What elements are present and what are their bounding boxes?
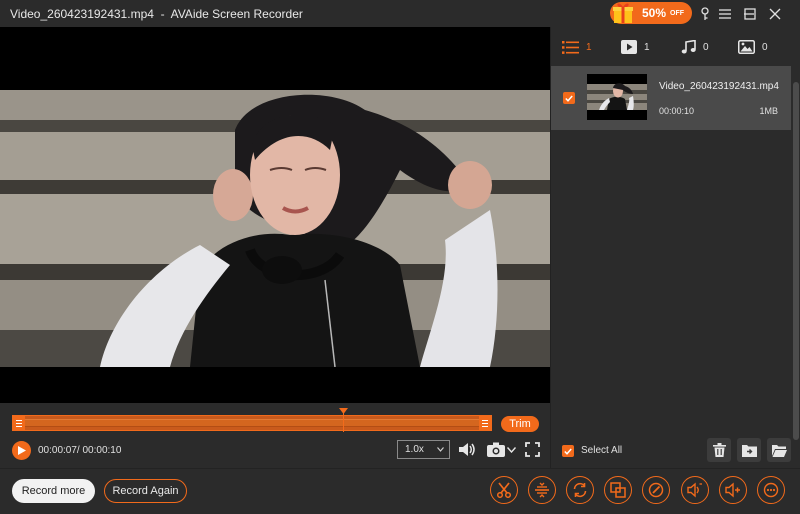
- promo-badge[interactable]: 50% OFF: [610, 2, 692, 24]
- folder-import-icon: [741, 444, 757, 457]
- tab-video[interactable]: 1: [621, 38, 650, 56]
- delete-button[interactable]: [707, 438, 731, 462]
- player-controls: Trim 00:00:07/ 00:00:10: [0, 403, 550, 468]
- volume-button[interactable]: [458, 441, 478, 458]
- file-checkbox[interactable]: [563, 92, 575, 104]
- file-duration: 00:00:10: [659, 106, 695, 116]
- check-icon: [565, 95, 573, 102]
- record-again-button[interactable]: Record Again: [104, 479, 187, 503]
- trim-track[interactable]: [12, 415, 492, 431]
- convert-tool-button[interactable]: [566, 476, 594, 504]
- key-icon: [701, 7, 709, 20]
- camera-icon: [487, 442, 505, 457]
- file-size: 1MB: [759, 106, 778, 116]
- video-preview[interactable]: [0, 27, 550, 403]
- maximize-final[interactable]: [740, 4, 760, 24]
- scrollbar[interactable]: [792, 66, 800, 440]
- promo-text: 50%: [642, 6, 667, 20]
- volume-up-icon: [687, 482, 702, 498]
- trim-button[interactable]: Trim: [501, 416, 539, 432]
- cut-tool-button[interactable]: [490, 476, 518, 504]
- menu-button[interactable]: [715, 4, 735, 24]
- hamburger-icon: [719, 9, 731, 19]
- more-tools-button[interactable]: [757, 476, 785, 504]
- play-icon: [17, 446, 26, 455]
- tab-count: 1: [586, 41, 592, 53]
- trim-end-handle[interactable]: [479, 416, 491, 430]
- volume-boost-tool-button[interactable]: [719, 476, 747, 504]
- close-icon: [769, 8, 781, 20]
- split-tool-button[interactable]: [528, 476, 556, 504]
- window-title: Video_260423192431.mp4 - AVAide Screen R…: [10, 7, 303, 21]
- record-more-button[interactable]: Record more: [12, 479, 95, 503]
- snapshot-button[interactable]: [486, 441, 506, 458]
- edit-tool-button[interactable]: [642, 476, 670, 504]
- folder-icon: [771, 444, 787, 457]
- video-icon: [621, 40, 637, 54]
- check-icon: [564, 448, 572, 455]
- key-button[interactable]: [695, 4, 715, 24]
- audio-icon: [681, 39, 696, 53]
- import-folder-button[interactable]: [737, 438, 761, 462]
- maximize-icon: [744, 8, 756, 20]
- split-icon: [535, 482, 549, 498]
- volume-icon: [459, 443, 475, 456]
- select-all-checkbox[interactable]: [562, 445, 574, 457]
- gift-icon: [613, 3, 633, 23]
- volume-boost-icon: [725, 482, 740, 498]
- select-all-label: Select All: [581, 445, 623, 456]
- more-icon: [763, 482, 779, 498]
- file-item[interactable]: Video_260423192431.mp4 00:00:10 1MB: [551, 66, 791, 130]
- play-button[interactable]: [12, 441, 31, 460]
- scrollbar-thumb[interactable]: [793, 82, 799, 440]
- edit-icon: [648, 482, 664, 498]
- trash-icon: [712, 443, 726, 457]
- title-bar: Video_260423192431.mp4 - AVAide Screen R…: [0, 0, 800, 27]
- merge-tool-button[interactable]: [604, 476, 632, 504]
- open-folder-button[interactable]: [767, 438, 791, 462]
- media-library-panel: 1 1 0 0 Video_260423192431.mp4 00:00:10 …: [550, 27, 800, 468]
- scissors-icon: [496, 482, 512, 498]
- image-icon: [738, 40, 755, 54]
- tab-all[interactable]: 1: [562, 38, 592, 56]
- speed-select[interactable]: 1.0x: [397, 440, 450, 459]
- trim-selection: [25, 419, 481, 427]
- fullscreen-icon: [525, 442, 540, 457]
- tab-image[interactable]: 0: [738, 38, 768, 56]
- volume-tool-button[interactable]: [681, 476, 709, 504]
- chevron-down-icon: [507, 446, 516, 453]
- tab-audio[interactable]: 0: [681, 38, 709, 56]
- time-display: 00:00:07/ 00:00:10: [38, 445, 122, 456]
- video-frame: [0, 90, 550, 367]
- tab-count: 1: [644, 41, 650, 53]
- video-image: [0, 90, 550, 367]
- speed-value: 1.0x: [405, 444, 424, 455]
- media-tabs: 1 1 0 0: [551, 27, 800, 66]
- playhead[interactable]: [339, 408, 348, 432]
- fullscreen-button[interactable]: [524, 441, 541, 458]
- file-name: Video_260423192431.mp4: [659, 81, 779, 92]
- bottom-toolbar: Record more Record Again: [0, 468, 800, 514]
- tab-count: 0: [703, 41, 709, 53]
- chevron-down-icon: [437, 447, 444, 452]
- list-icon: [562, 40, 579, 54]
- trim-start-handle[interactable]: [13, 416, 25, 430]
- snapshot-menu-button[interactable]: [506, 444, 517, 455]
- close-button[interactable]: [765, 4, 785, 24]
- convert-icon: [573, 482, 587, 498]
- file-thumbnail: [587, 74, 647, 120]
- merge-icon: [610, 482, 626, 498]
- promo-off-text: OFF: [670, 10, 684, 17]
- tab-count: 0: [762, 41, 768, 53]
